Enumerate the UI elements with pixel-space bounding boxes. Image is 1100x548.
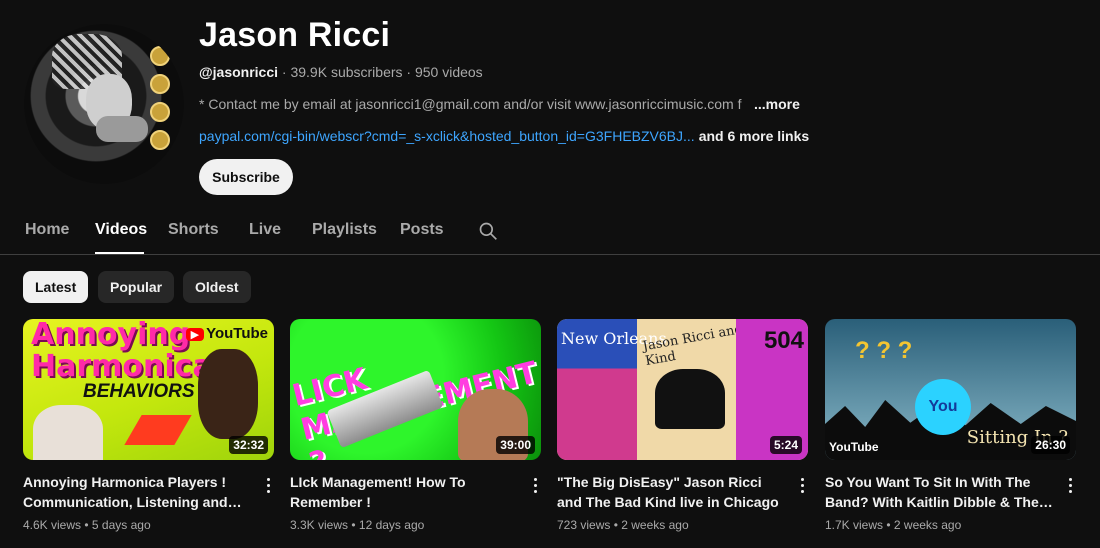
more-options-icon[interactable] bbox=[262, 475, 274, 495]
channel-stats: · 39.9K subscribers · 950 videos bbox=[278, 64, 483, 80]
video-thumbnail[interactable]: ? ? ? You Sitting In ? YouTube 26:30 bbox=[825, 319, 1076, 460]
chip-popular[interactable]: Popular bbox=[98, 271, 175, 303]
avatar-harmonica-hand bbox=[96, 116, 148, 142]
video-thumbnail[interactable]: New Orleans Jason Ricci and The Bad Kind… bbox=[557, 319, 808, 460]
subscribe-button[interactable]: Subscribe bbox=[199, 159, 293, 195]
video-stats: 1.7K views • 2 weeks ago bbox=[825, 518, 962, 532]
medal-icon bbox=[150, 46, 170, 66]
tab-playlists[interactable]: Playlists bbox=[312, 221, 377, 239]
search-icon[interactable] bbox=[478, 221, 498, 241]
tab-videos[interactable]: Videos bbox=[95, 221, 147, 239]
medal-icon bbox=[150, 74, 170, 94]
more-links-button[interactable]: and 6 more links bbox=[699, 128, 809, 144]
tab-home[interactable]: Home bbox=[25, 221, 69, 239]
channel-handle: @jasonricci bbox=[199, 64, 279, 80]
video-thumbnail[interactable]: LICK MANAGEMENT ? 39:00 bbox=[290, 319, 541, 460]
channel-links: paypal.com/cgi-bin/webscr?cmd=_s-xclick&… bbox=[199, 128, 809, 144]
video-duration: 5:24 bbox=[769, 436, 802, 454]
black-cat-icon bbox=[655, 369, 725, 429]
video-card[interactable]: ? ? ? You Sitting In ? YouTube 26:30 So … bbox=[825, 319, 1076, 532]
youtube-logo-icon: ▶ YouTube bbox=[185, 325, 268, 342]
more-options-icon[interactable] bbox=[529, 475, 541, 495]
video-stats: 3.3K views • 12 days ago bbox=[290, 518, 425, 532]
chip-oldest[interactable]: Oldest bbox=[183, 271, 251, 303]
video-duration: 32:32 bbox=[229, 436, 268, 454]
thumbnail-text: 504 bbox=[763, 327, 804, 354]
medal-icon bbox=[150, 130, 170, 150]
video-card[interactable]: Annoying Harmonica BEHAVIORS ▶ YouTube 32:… bbox=[23, 319, 274, 532]
video-title[interactable]: So You Want To Sit In With The Band? Wit… bbox=[825, 472, 1055, 512]
video-title[interactable]: LIck Management! How To Remember ! bbox=[290, 472, 520, 512]
youtube-logo-icon: YouTube bbox=[829, 440, 879, 454]
channel-link-url[interactable]: paypal.com/cgi-bin/webscr?cmd=_s-xclick&… bbox=[199, 128, 695, 144]
video-card[interactable]: New Orleans Jason Ricci and The Bad Kind… bbox=[557, 319, 808, 532]
tab-shorts[interactable]: Shorts bbox=[168, 221, 219, 239]
medal-icon bbox=[150, 102, 170, 122]
tab-live[interactable]: Live bbox=[249, 221, 281, 239]
channel-name: Jason Ricci bbox=[199, 16, 391, 54]
more-options-icon[interactable] bbox=[796, 475, 808, 495]
video-card[interactable]: LICK MANAGEMENT ? 39:00 LIck Management!… bbox=[290, 319, 541, 532]
channel-tabs: Home Videos Shorts Live Playlists Posts bbox=[0, 208, 1100, 255]
video-stats: 723 views • 2 weeks ago bbox=[557, 518, 689, 532]
more-description-link[interactable]: ...more bbox=[754, 96, 800, 112]
channel-avatar bbox=[24, 24, 184, 184]
thumbnail-text: BEHAVIORS bbox=[83, 381, 195, 402]
question-mark-icon: ? ? ? bbox=[855, 337, 913, 364]
thumbnail-person bbox=[33, 405, 103, 460]
video-title[interactable]: "The Big DisEasy" Jason Ricci and The Ba… bbox=[557, 472, 787, 512]
channel-meta: @jasonricci · 39.9K subscribers · 950 vi… bbox=[199, 64, 483, 80]
video-title[interactable]: Annoying Harmonica Players ! Communicati… bbox=[23, 472, 253, 512]
chip-latest[interactable]: Latest bbox=[23, 271, 89, 303]
tab-posts[interactable]: Posts bbox=[400, 221, 444, 239]
active-tab-indicator bbox=[95, 252, 144, 254]
lightning-bolt-icon bbox=[124, 415, 192, 445]
video-stats: 4.6K views • 5 days ago bbox=[23, 518, 151, 532]
video-duration: 39:00 bbox=[496, 436, 535, 454]
thumbnail-cartoon bbox=[198, 349, 258, 439]
channel-description[interactable]: * Contact me by email at jasonricci1@gma… bbox=[199, 96, 759, 112]
more-options-icon[interactable] bbox=[1064, 475, 1076, 495]
video-duration: 26:30 bbox=[1031, 436, 1070, 454]
video-thumbnail[interactable]: Annoying Harmonica BEHAVIORS ▶ YouTube 32:… bbox=[23, 319, 274, 460]
thumbnail-text: You bbox=[915, 379, 971, 435]
